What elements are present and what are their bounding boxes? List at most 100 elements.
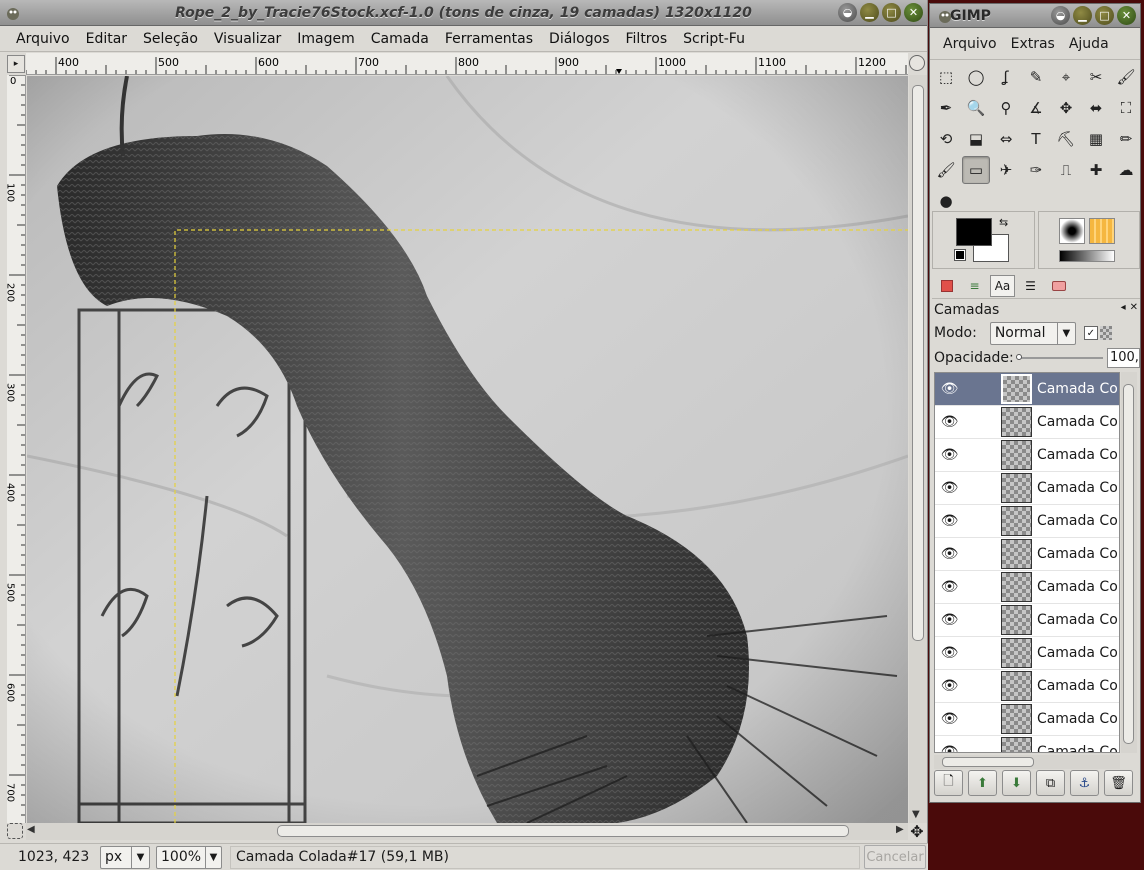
raise-layer-button[interactable]: ⬆ [968, 770, 997, 796]
minimize-button[interactable]: ▁ [860, 3, 879, 22]
menu-selecao[interactable]: Seleção [135, 31, 206, 47]
menu-visualizar[interactable]: Visualizar [206, 31, 289, 47]
tool-heal-button[interactable]: ✚ [1082, 156, 1110, 184]
close-button[interactable]: ✕ [904, 3, 923, 22]
pattern-preview[interactable] [1089, 218, 1115, 244]
tool-measure-button[interactable]: ∡ [1022, 94, 1050, 122]
menu-ajuda[interactable]: Ajuda [1062, 36, 1116, 52]
visibility-eye-icon[interactable]: 👁 [935, 645, 964, 661]
tool-fuzzy-select-button[interactable]: ✎ [1022, 63, 1050, 91]
menu-camada[interactable]: Camada [363, 31, 437, 47]
new-layer-button[interactable]: 🗋 [934, 770, 963, 796]
layer-row[interactable]: 👁 Camada Col [935, 703, 1119, 736]
tab-menu-icon[interactable]: ◂ [1121, 302, 1126, 320]
menu-filtros[interactable]: Filtros [618, 31, 676, 47]
layer-row[interactable]: 👁 Camada Col [935, 406, 1119, 439]
tab-fonts[interactable]: Aa [990, 274, 1015, 297]
close-button[interactable]: ✕ [1117, 6, 1136, 25]
navigate-icon[interactable]: ✥ [908, 823, 926, 841]
tool-align-button[interactable]: ⬌ [1082, 94, 1110, 122]
scroll-down-icon[interactable]: ▼ [912, 809, 920, 820]
tool-eraser-button[interactable]: ▭ [962, 156, 990, 184]
tool-zoom-button[interactable]: ⚲ [992, 94, 1020, 122]
tab-tool-options[interactable] [934, 275, 959, 297]
tool-flip-button[interactable]: ⇔ [992, 125, 1020, 153]
layer-row[interactable]: 👁 Camada Col [935, 439, 1119, 472]
tool-text-button[interactable]: T [1022, 125, 1050, 153]
tool-pencil-button[interactable]: ✏ [1112, 125, 1140, 153]
tool-rotate-button[interactable]: ⟲ [932, 125, 960, 153]
tab-eraser[interactable] [1046, 275, 1071, 297]
tool-clone-button[interactable]: ⎍ [1052, 156, 1080, 184]
visibility-eye-icon[interactable]: 👁 [935, 744, 964, 752]
visibility-eye-icon[interactable]: 👁 [935, 447, 964, 463]
menu-dialogos[interactable]: Diálogos [541, 31, 617, 47]
tool-move-button[interactable]: ✥ [1052, 94, 1080, 122]
tool-bucket-fill-button[interactable]: ⛏ [1052, 125, 1080, 153]
cancel-button[interactable]: Cancelar [864, 845, 926, 869]
tab-layers[interactable]: ☰ [1018, 275, 1043, 297]
visibility-eye-icon[interactable]: 👁 [935, 480, 964, 496]
tool-color-picker-button[interactable]: 🔍 [962, 94, 990, 122]
zoom-select[interactable]: 100% ▼ [156, 845, 222, 869]
visibility-eye-icon[interactable]: 👁 [935, 414, 964, 430]
quick-mask-toggle[interactable] [7, 823, 23, 839]
vertical-scrollbar[interactable]: ▼ [909, 75, 927, 823]
scrollbar-thumb[interactable] [912, 85, 924, 641]
swap-colors-icon[interactable]: ⇆ [999, 216, 1008, 229]
maximize-button[interactable]: □ [1095, 6, 1114, 25]
tool-rect-select-button[interactable]: ⬚ [932, 63, 960, 91]
menu-extras[interactable]: Extras [1004, 36, 1062, 52]
layer-row[interactable]: 👁 Camada Col [935, 604, 1119, 637]
zoom-to-window-icon[interactable] [909, 55, 925, 71]
visibility-eye-icon[interactable]: 👁 [935, 678, 964, 694]
layer-row[interactable]: 👁 Camada Col [935, 637, 1119, 670]
gradient-preview[interactable] [1059, 250, 1115, 262]
unit-select[interactable]: px ▼ [100, 845, 150, 869]
menu-arquivo[interactable]: Arquivo [8, 31, 78, 47]
scroll-left-icon[interactable]: ◀ [27, 824, 35, 835]
slider-knob[interactable] [1015, 354, 1022, 360]
maximize-button[interactable]: □ [882, 3, 901, 22]
visibility-eye-icon[interactable]: 👁 [935, 612, 964, 628]
menu-ferramentas[interactable]: Ferramentas [437, 31, 541, 47]
image-canvas[interactable] [27, 76, 908, 823]
mode-select[interactable]: Normal ▼ [989, 321, 1076, 345]
scroll-right-icon[interactable]: ▶ [896, 824, 904, 835]
visibility-eye-icon[interactable]: 👁 [935, 381, 964, 397]
layer-row[interactable]: 👁 Camada Col [935, 670, 1119, 703]
tool-paintbrush-button[interactable]: 🖌 [932, 156, 960, 184]
tool-airbrush-button[interactable]: ✈ [992, 156, 1020, 184]
tool-select-by-color-button[interactable]: ⌖ [1052, 63, 1080, 91]
vertical-ruler[interactable]: 0 100 200 300 400 500 600 700 [7, 75, 26, 823]
image-menu-arrow-icon[interactable]: ▸ [7, 55, 25, 73]
tool-ellipse-select-button[interactable]: ◯ [962, 63, 990, 91]
tool-blend-button[interactable]: ▦ [1082, 125, 1110, 153]
toolbox-titlebar[interactable]: GIMP ◒ ▁ □ ✕ [930, 4, 1140, 28]
tool-crop-button[interactable]: ⛶ [1112, 94, 1140, 122]
menu-imagem[interactable]: Imagem [289, 31, 362, 47]
shade-button[interactable]: ◒ [838, 3, 857, 22]
horizontal-ruler[interactable]: 400 500 600 700 800 900 1000 1100 1200 [26, 53, 908, 75]
close-tab-icon[interactable]: ✕ [1130, 302, 1138, 320]
foreground-color-swatch[interactable] [956, 218, 992, 246]
tool-smudge-button[interactable]: ☁ [1112, 156, 1140, 184]
scrollbar-thumb[interactable] [277, 825, 849, 837]
image-window-titlebar[interactable]: Rope_2_by_Tracie76Stock.xcf-1.0 (tons de… [0, 0, 927, 26]
tool-perspective-button[interactable]: ⬓ [962, 125, 990, 153]
menu-arquivo[interactable]: Arquivo [936, 36, 1004, 52]
delete-layer-button[interactable]: 🗑 [1104, 770, 1133, 796]
menu-editar[interactable]: Editar [78, 31, 135, 47]
scrollbar-thumb[interactable] [1123, 384, 1134, 744]
layer-row[interactable]: 👁 Camada Col [935, 538, 1119, 571]
visibility-eye-icon[interactable]: 👁 [935, 546, 964, 562]
horizontal-scrollbar[interactable]: ◀ ▶ [26, 823, 908, 840]
layer-row[interactable]: 👁 Camada Col [935, 736, 1119, 752]
layer-row[interactable]: 👁 Camada Col [935, 472, 1119, 505]
visibility-eye-icon[interactable]: 👁 [935, 579, 964, 595]
duplicate-layer-button[interactable]: ⧉ [1036, 770, 1065, 796]
anchor-layer-button[interactable]: ⚓ [1070, 770, 1099, 796]
visibility-eye-icon[interactable]: 👁 [935, 711, 964, 727]
layer-row[interactable]: 👁 Camada Col [935, 373, 1119, 406]
tool-paths-button[interactable]: ✒ [932, 94, 960, 122]
